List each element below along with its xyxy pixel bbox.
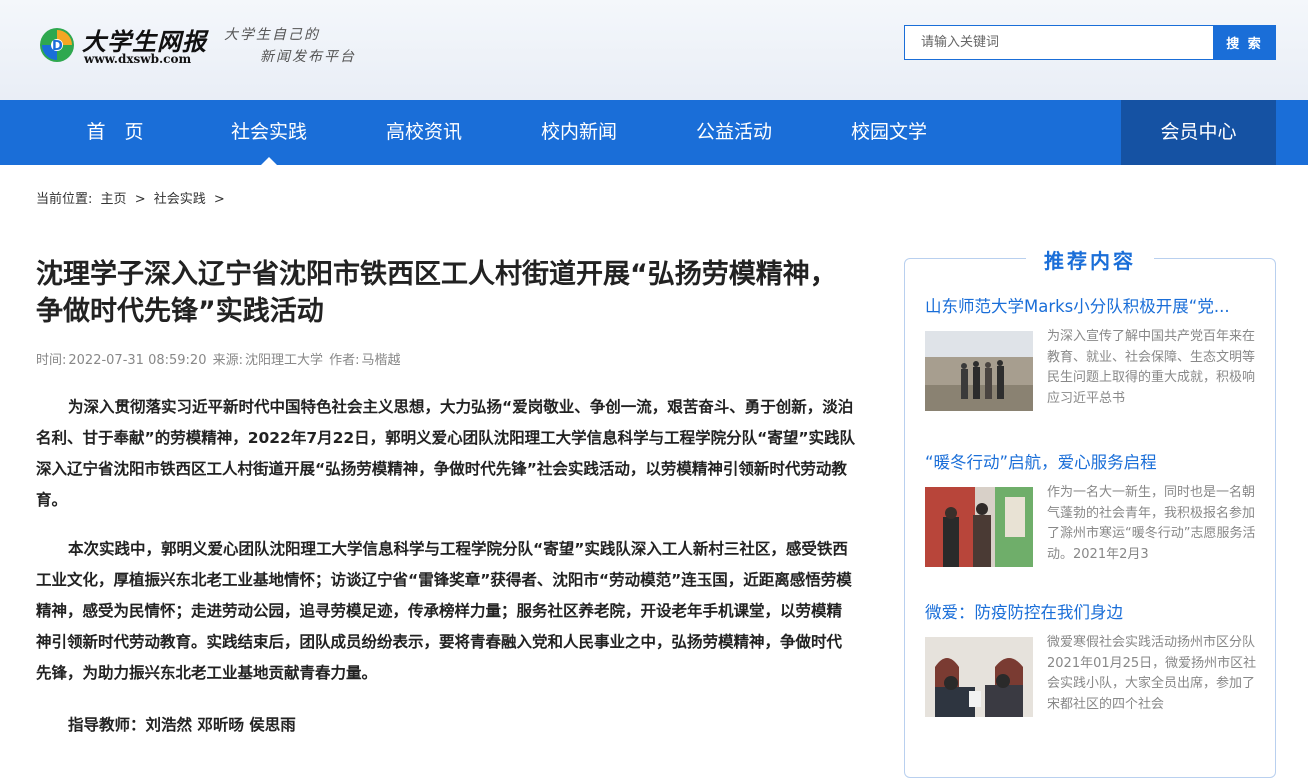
nav-item-literature[interactable]: 校园文学: [819, 100, 959, 165]
article-paragraph: 本次实践中，郭明义爱心团队沈阳理工大学信息科学与工程学院分队“寄望”实践队深入工…: [36, 540, 852, 682]
recommended-item[interactable]: 微爱：防疫防控在我们身边 微爱寒假社会实践活动扬州市区分队2021年01月25日…: [925, 601, 1265, 717]
main-nav: 首 页 社会实践 高校资讯 校内新闻 公益活动 校园文学 会员中心: [0, 100, 1308, 165]
nav-item-school-news[interactable]: 校内新闻: [509, 100, 649, 165]
recommended-item-title[interactable]: “暖冬行动”启航，爱心服务启程: [925, 451, 1255, 475]
meta-source: 沈阳理工大学: [245, 353, 324, 368]
breadcrumb-prefix: 当前位置:: [36, 192, 93, 207]
member-center-button[interactable]: 会员中心: [1121, 100, 1276, 165]
breadcrumb-home-link[interactable]: 主页: [101, 192, 127, 207]
site-logo[interactable]: D 大学生网报 www.dxswb.com 大学生自己的 新闻发布平台: [38, 22, 378, 74]
recommended-item-summary: 作为一名大一新生，同时也是一名朝气蓬勃的社会青年，我积极报名参加了滁州市寒运“暖…: [1047, 485, 1256, 562]
nav-item-home[interactable]: 首 页: [45, 100, 185, 165]
logo-slogan-line1: 大学生自己的: [224, 27, 320, 43]
breadcrumb-section-link[interactable]: 社会实践: [154, 192, 206, 207]
recommended-item-summary: 微爱寒假社会实践活动扬州市区分队2021年01月25日，微爱扬州市区社会实践小队…: [1047, 635, 1257, 712]
recommended-item[interactable]: “暖冬行动”启航，爱心服务启程 作为一名大一新生，同时也是一名朝气蓬勃的社会青年…: [925, 451, 1265, 567]
recommended-item-thumbnail[interactable]: [925, 637, 1033, 717]
meta-author-label: 作者:: [329, 353, 360, 368]
svg-text:D: D: [52, 39, 63, 54]
logo-mark-icon: D: [40, 28, 74, 62]
meta-author: 马楷越: [361, 353, 401, 368]
recommended-item-title[interactable]: 微爱：防疫防控在我们身边: [925, 601, 1255, 625]
recommended-panel: 推荐内容 山东师范大学Marks小分队积极开展“党... 为深入宣传了解中国共产…: [904, 249, 1276, 778]
recommended-title-text: 推荐内容: [1026, 249, 1154, 273]
nav-item-social-practice[interactable]: 社会实践: [199, 100, 339, 165]
logo-url: www.dxswb.com: [84, 52, 192, 66]
search-button[interactable]: 搜 索: [1213, 25, 1276, 60]
recommended-title: 推荐内容: [905, 245, 1275, 274]
breadcrumb-separator: >: [213, 192, 225, 207]
article-paragraph: 为深入贯彻落实习近平新时代中国特色社会主义思想，大力弘扬“爱岗敬业、争创一流，艰…: [36, 398, 856, 509]
recommended-item-summary: 为深入宣传了解中国共产党百年来在教育、就业、社会保障、生态文明等民生问题上取得的…: [1047, 329, 1256, 406]
meta-time: 2022-07-31 08:59:20: [68, 353, 207, 368]
search-input[interactable]: [904, 25, 1213, 60]
recommended-item-title[interactable]: 山东师范大学Marks小分队积极开展“党...: [925, 295, 1255, 319]
nav-item-campus-info[interactable]: 高校资讯: [354, 100, 494, 165]
article-meta: 时间: 2022-07-31 08:59:20 来源: 沈阳理工大学 作者: 马楷越: [36, 349, 403, 368]
article-title: 沈理学子深入辽宁省沈阳市铁西区工人村街道开展“弘扬劳模精神，争做时代先锋”实践活…: [36, 259, 837, 327]
meta-source-label: 来源:: [212, 353, 243, 368]
logo-slogan-line2: 新闻发布平台: [260, 49, 356, 65]
breadcrumb: 当前位置: 主页 > 社会实践 >: [36, 188, 229, 207]
search-bar: 搜 索: [904, 25, 1276, 60]
recommended-item-thumbnail[interactable]: [925, 331, 1033, 411]
recommended-item[interactable]: 山东师范大学Marks小分队积极开展“党... 为深入宣传了解中国共产党百年来在…: [925, 295, 1265, 411]
meta-time-label: 时间:: [36, 353, 67, 368]
breadcrumb-separator: >: [134, 192, 146, 207]
article-advisors: 指导教师：刘浩然 邓昕旸 侯思雨: [68, 716, 296, 734]
recommended-item-thumbnail[interactable]: [925, 487, 1033, 567]
nav-item-charity[interactable]: 公益活动: [664, 100, 804, 165]
site-header: D 大学生网报 www.dxswb.com 大学生自己的 新闻发布平台 搜 索: [0, 0, 1308, 100]
